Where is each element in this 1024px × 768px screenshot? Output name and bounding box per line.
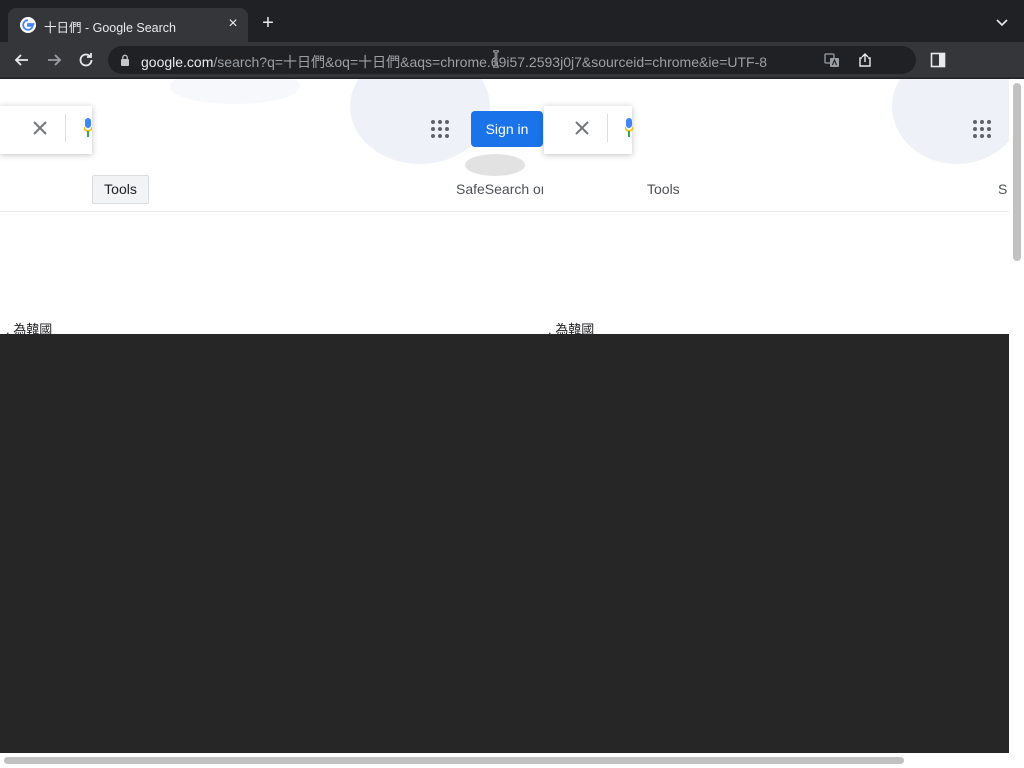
url-host: google.com <box>141 54 214 70</box>
side-panel-icon[interactable] <box>930 52 946 68</box>
mic-icon[interactable] <box>84 118 92 138</box>
new-tab-button[interactable]: + <box>258 13 278 33</box>
result-snippet: , 為韓國 <box>6 322 53 334</box>
close-icon[interactable] <box>31 119 49 137</box>
doodle-shadow <box>465 154 525 176</box>
safesearch-label-right[interactable]: S <box>998 181 1009 197</box>
reload-icon[interactable] <box>76 50 96 70</box>
doodle-shape-right <box>892 79 1009 164</box>
header-divider <box>0 211 1009 212</box>
text-cursor-icon <box>493 50 499 68</box>
vertical-scrollbar[interactable] <box>1009 79 1024 753</box>
tab-title: 十日們 - Google Search <box>44 21 176 35</box>
result-snippet-right: , 為韓國 <box>548 322 595 334</box>
sign-in-button[interactable]: Sign in <box>471 111 543 147</box>
horizontal-scrollbar[interactable] <box>0 753 1024 768</box>
translate-icon[interactable] <box>824 52 840 68</box>
back-arrow-icon[interactable] <box>12 50 32 70</box>
url-text[interactable]: google.com/search?q=十日們&oq=十日們&aqs=chrom… <box>141 52 767 72</box>
doodle-cloud <box>170 79 300 104</box>
horizontal-scroll-thumb[interactable] <box>4 757 904 764</box>
share-icon[interactable] <box>857 52 873 68</box>
safesearch-label[interactable]: SafeSearch on <box>456 181 543 197</box>
doodle-shape <box>350 79 490 164</box>
address-bar[interactable]: google.com/search?q=十日們&oq=十日們&aqs=chrom… <box>108 46 916 74</box>
search-box-separator <box>607 114 608 142</box>
search-results-area: Sign in Tools SafeSearch on Tools S , 為韓… <box>0 79 1009 334</box>
forward-arrow-icon[interactable] <box>44 50 64 70</box>
tab-strip: 十日們 - Google Search × + <box>0 0 1024 42</box>
tools-button[interactable]: Tools <box>92 175 149 204</box>
tab-close-icon[interactable]: × <box>224 15 242 33</box>
apps-grid-icon[interactable] <box>973 120 991 138</box>
browser-toolbar: google.com/search?q=十日們&oq=十日們&aqs=chrom… <box>0 42 1024 78</box>
chevron-down-icon[interactable] <box>994 14 1010 30</box>
page-viewport: Sign in Tools SafeSearch on Tools S , 為韓… <box>0 79 1009 753</box>
mic-icon[interactable] <box>625 118 633 138</box>
search-box-separator <box>65 114 66 142</box>
close-icon[interactable] <box>573 119 591 137</box>
tools-link[interactable]: Tools <box>647 181 680 197</box>
lock-icon[interactable] <box>120 54 130 66</box>
browser-tab[interactable]: 十日們 - Google Search × <box>8 8 248 42</box>
vertical-scroll-thumb[interactable] <box>1013 83 1021 261</box>
google-favicon-icon <box>20 17 36 33</box>
apps-grid-icon[interactable] <box>431 120 449 138</box>
